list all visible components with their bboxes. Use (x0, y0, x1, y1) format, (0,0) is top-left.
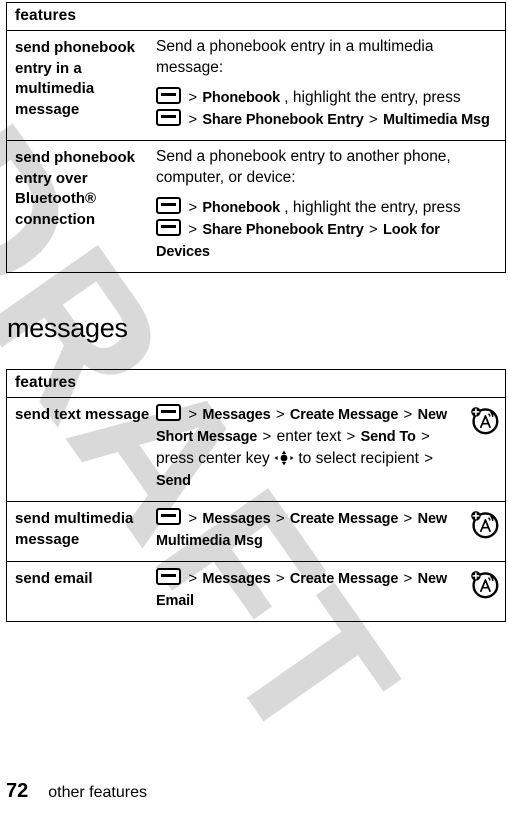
menu-path-steps: > Phonebook , highlight the entry, press… (156, 87, 497, 131)
menu-key-icon (156, 404, 181, 421)
path-separator: > (275, 570, 285, 587)
menu-item-name: Phonebook (202, 200, 280, 216)
feature-name-cell: send phonebook entry over Bluetooth® con… (15, 149, 135, 228)
path-separator: > (346, 428, 356, 445)
path-separator: > (403, 510, 413, 527)
feature-description-cell: > Messages > Create Message > New Email (156, 562, 463, 621)
table-row: send text message > Messages > Create Me… (7, 398, 505, 502)
table-row: send email > Messages > Create Message >… (7, 562, 505, 621)
menu-item-name: Messages (202, 571, 271, 587)
page-number: 72 (6, 780, 29, 802)
path-separator: > (188, 89, 198, 106)
path-separator: > (188, 111, 198, 128)
path-separator: > (403, 570, 413, 587)
text-entry-mode-icon (469, 568, 500, 604)
feature-description-cell: Send a phonebook entry in a multimedia m… (156, 31, 505, 140)
menu-path-line: > Messages > Create Message > New Multim… (156, 508, 455, 552)
menu-item-name: Messages (202, 407, 271, 423)
menu-key-icon (156, 197, 181, 214)
features-table-messages: features send text message > Messages > … (6, 369, 506, 622)
feature-description-cell: > Messages > Create Message > New Short … (156, 398, 463, 501)
text-entry-icon-cell (463, 562, 505, 621)
menu-item-name: Send To (360, 429, 416, 445)
instruction-text: , highlight the entry, press (284, 199, 461, 216)
feature-name-cell: send text message (15, 406, 150, 423)
instruction-text: , highlight the entry, press (284, 89, 461, 106)
instruction-text: enter text (276, 428, 342, 445)
menu-item-name: Multimedia Msg (383, 112, 490, 128)
table-row: send multimedia message > Messages > Cre… (7, 502, 505, 562)
menu-path-line: > Share Phonebook Entry > Look for Devic… (156, 219, 497, 263)
description-lead-text: Send a phonebook entry in a multimedia m… (156, 38, 434, 76)
path-separator: > (262, 428, 272, 445)
menu-path-line: > Messages > Create Message > New Email (156, 568, 455, 612)
menu-item-name: Share Phonebook Entry (202, 112, 364, 128)
path-separator: > (421, 428, 430, 445)
table-row: send phonebook entry over Bluetooth® con… (7, 141, 505, 272)
table-header-features: features (7, 370, 505, 398)
path-separator: > (424, 450, 434, 467)
path-separator: > (188, 510, 198, 527)
path-separator: > (275, 406, 285, 423)
path-separator: > (368, 111, 378, 128)
path-separator: > (188, 199, 198, 216)
menu-path-line: > Phonebook , highlight the entry, press (156, 87, 497, 109)
description-lead-text: Send a phonebook entry to another phone,… (156, 148, 451, 186)
menu-item-name: Create Message (289, 571, 399, 587)
text-entry-icon-cell (463, 502, 505, 561)
text-entry-mode-icon (469, 404, 500, 440)
instruction-text: press center key (156, 450, 270, 467)
text-entry-mode-icon (469, 508, 500, 544)
table-header-features: features (7, 3, 505, 31)
path-separator: > (188, 221, 198, 238)
path-separator: > (403, 406, 413, 423)
menu-key-icon (156, 109, 181, 126)
menu-item-name: Phonebook (202, 90, 280, 106)
menu-path-line: > Share Phonebook Entry > Multimedia Msg (156, 109, 497, 131)
page-footer: 72 other features (6, 780, 147, 803)
menu-path-steps: > Messages > Create Message > New Email (156, 568, 455, 612)
menu-path-steps: > Messages > Create Message > New Short … (156, 404, 455, 492)
menu-item-name: Share Phonebook Entry (202, 222, 364, 238)
menu-path-line: > Phonebook , highlight the entry, press (156, 197, 497, 219)
path-separator: > (188, 406, 198, 423)
feature-name-cell: send email (15, 570, 93, 587)
menu-path-steps: > Phonebook , highlight the entry, press… (156, 197, 497, 263)
feature-name-cell: send multimedia message (15, 510, 134, 548)
menu-path-line: > Messages > Create Message > New Short … (156, 404, 455, 492)
menu-key-icon (156, 568, 181, 585)
menu-key-icon (156, 508, 181, 525)
menu-item-name: Create Message (289, 407, 399, 423)
table-row: send phonebook entry in a multimedia mes… (7, 31, 505, 141)
feature-description-cell: Send a phonebook entry to another phone,… (156, 141, 505, 272)
center-navigation-key-icon (274, 450, 294, 466)
section-heading-messages: messages (7, 313, 128, 343)
path-separator: > (188, 570, 198, 587)
menu-item-name: Create Message (289, 511, 399, 527)
path-separator: > (368, 221, 378, 238)
manual-page: features send phonebook entry in a multi… (0, 0, 508, 815)
feature-description-cell: > Messages > Create Message > New Multim… (156, 502, 463, 561)
footer-chapter-label: other features (48, 784, 147, 801)
feature-name-cell: send phonebook entry in a multimedia mes… (15, 39, 135, 118)
menu-item-name: Messages (202, 511, 271, 527)
menu-item-name: Send (156, 473, 191, 489)
instruction-text: to select recipient (298, 450, 419, 467)
menu-key-icon (156, 219, 181, 236)
menu-path-steps: > Messages > Create Message > New Multim… (156, 508, 455, 552)
menu-key-icon (156, 87, 181, 104)
features-table-other-features: features send phonebook entry in a multi… (6, 2, 506, 273)
path-separator: > (275, 510, 285, 527)
text-entry-icon-cell (463, 398, 505, 501)
